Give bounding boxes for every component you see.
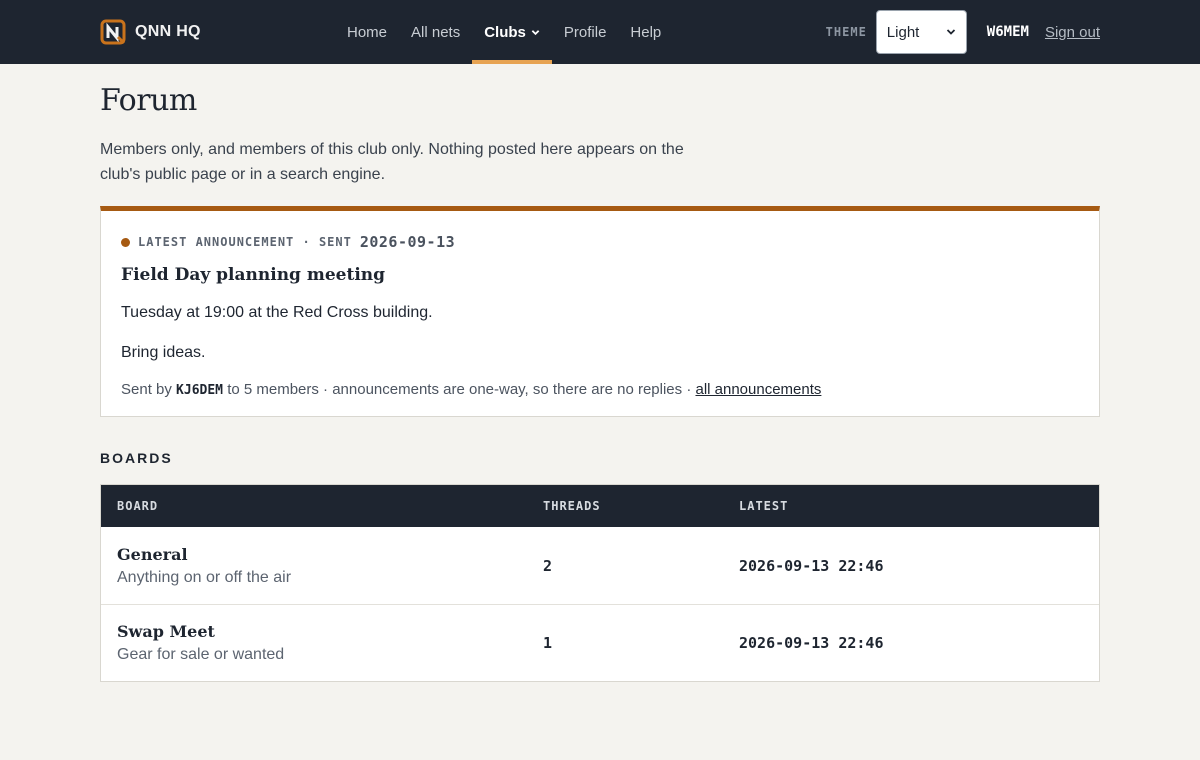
theme-label: THEME xyxy=(825,25,867,39)
announcement-footer-middle: to 5 members · announcements are one-way… xyxy=(227,381,692,398)
nav-all-nets[interactable]: All nets xyxy=(399,0,472,64)
top-bar: QNN HQ Home All nets Clubs Profile Help … xyxy=(0,0,1200,64)
announcement-meta: LATEST ANNOUNCEMENT · SENT 2026-09-13 xyxy=(121,233,1079,251)
announcement-paragraph: Bring ideas. xyxy=(121,344,206,361)
column-header-board: BOARD xyxy=(117,499,159,513)
header-tools: THEME Light W6MEM Sign out xyxy=(826,10,1100,54)
nav-profile-label: Profile xyxy=(563,23,607,41)
column-header-threads: THREADS xyxy=(543,499,601,513)
announcement-sender: KJ6DEM xyxy=(176,383,224,398)
table-row[interactable]: Swap Meet Gear for sale or wanted 1 2026… xyxy=(101,604,1099,681)
nav-help-label: Help xyxy=(630,23,662,41)
user-callsign[interactable]: W6MEM xyxy=(987,24,1029,40)
column-header-latest: LATEST xyxy=(739,499,789,513)
nav-clubs-label: Clubs xyxy=(484,23,526,41)
nav-clubs[interactable]: Clubs xyxy=(472,0,552,64)
brand-name: QNN HQ xyxy=(135,23,201,40)
board-description: Anything on or off the air xyxy=(117,568,292,586)
announcement-date: 2026-09-13 xyxy=(359,233,456,251)
nav-home-label: Home xyxy=(347,23,388,41)
board-name-link[interactable]: Swap Meet xyxy=(117,622,543,641)
all-announcements-link[interactable]: all announcements xyxy=(695,381,821,398)
chevron-down-icon xyxy=(531,29,540,35)
theme-select[interactable]: Light xyxy=(875,10,967,54)
boards-section-title: BOARDS xyxy=(100,450,173,466)
boards-table: BOARD THREADS LATEST General Anything on… xyxy=(100,484,1100,682)
board-cell: General Anything on or off the air xyxy=(101,545,543,587)
board-description: Gear for sale or wanted xyxy=(117,646,285,663)
announcement-footer-prefix: Sent by xyxy=(121,381,172,398)
intro-text: Members only, and members of this club o… xyxy=(100,141,684,183)
status-dot-icon xyxy=(121,237,130,247)
thread-count: 1 xyxy=(543,634,553,652)
board-name-link[interactable]: General xyxy=(117,545,543,564)
table-row[interactable]: General Anything on or off the air 2 202… xyxy=(101,527,1099,604)
announcement-kicker: LATEST ANNOUNCEMENT · SENT xyxy=(138,235,352,249)
latest-timestamp: 2026-09-13 22:46 xyxy=(739,634,884,652)
nav-home[interactable]: Home xyxy=(335,0,399,64)
nav-all-nets-label: All nets xyxy=(411,23,461,41)
sign-out-link[interactable]: Sign out xyxy=(1045,24,1100,41)
main-nav: Home All nets Clubs Profile Help xyxy=(335,0,673,64)
thread-count: 2 xyxy=(543,556,553,575)
chevron-down-icon xyxy=(946,29,955,35)
main-content: Forum Members only, and members of this … xyxy=(100,64,1100,682)
announcement-paragraph: Tuesday at 19:00 at the Red Cross buildi… xyxy=(121,304,433,321)
announcement-title: Field Day planning meeting xyxy=(121,265,386,285)
latest-timestamp: 2026-09-13 22:46 xyxy=(739,556,884,575)
theme-select-value: Light xyxy=(886,23,920,41)
qnn-logo-icon xyxy=(100,19,126,45)
page-title: Forum xyxy=(100,83,197,118)
board-cell: Swap Meet Gear for sale or wanted xyxy=(101,622,543,664)
nav-profile[interactable]: Profile xyxy=(552,0,619,64)
announcement-body: Tuesday at 19:00 at the Red Cross buildi… xyxy=(121,301,1079,365)
latest-announcement-card: LATEST ANNOUNCEMENT · SENT 2026-09-13 Fi… xyxy=(100,206,1100,417)
table-header: BOARD THREADS LATEST xyxy=(101,485,1099,527)
nav-help[interactable]: Help xyxy=(618,0,673,64)
announcement-footer: Sent by KJ6DEM to 5 members · announceme… xyxy=(121,381,1079,398)
brand[interactable]: QNN HQ xyxy=(100,19,201,45)
